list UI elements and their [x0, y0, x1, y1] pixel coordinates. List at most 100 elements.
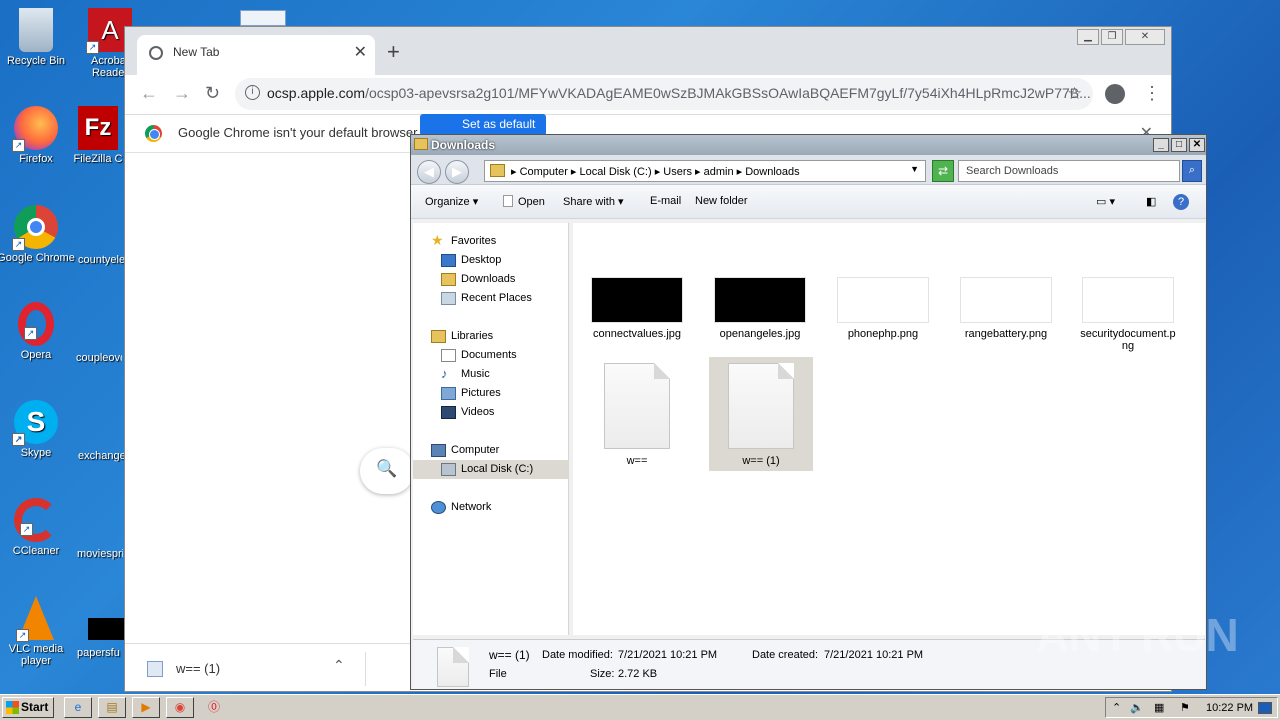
- address-bar[interactable]: i ocsp.apple.com/ocsp03-apevsrsa2g101/MF…: [235, 78, 1093, 110]
- recent-places-icon: [441, 292, 456, 305]
- file-icon: [503, 195, 513, 207]
- tab-new-tab[interactable]: New Tab ✕: [137, 35, 375, 75]
- share-with-button[interactable]: Share with ▾: [563, 195, 624, 208]
- new-folder-button[interactable]: New folder: [695, 195, 748, 207]
- set-as-default-button[interactable]: Set as default: [420, 114, 546, 136]
- search-icon[interactable]: 🔍: [360, 448, 414, 494]
- computer-icon: [431, 444, 446, 457]
- new-tab-button[interactable]: +: [387, 39, 400, 65]
- desktop-icon-countyele[interactable]: countyele: [78, 254, 124, 266]
- opera-taskbar-icon[interactable]: ⓪: [200, 697, 228, 718]
- details-modified: 7/21/2021 10:21 PM: [618, 649, 718, 661]
- details-created: 7/21/2021 10:21 PM: [824, 649, 924, 661]
- chevron-up-icon[interactable]: ⌃: [333, 657, 345, 674]
- file-item[interactable]: phonephp.png: [831, 277, 935, 340]
- image-thumbnail: [591, 277, 683, 323]
- profile-icon[interactable]: [1105, 84, 1125, 104]
- view-options-icon[interactable]: ▭ ▾: [1096, 195, 1115, 208]
- desktop-icon-chrome[interactable]: ↗ Google Chrome: [0, 205, 76, 264]
- back-icon[interactable]: ←: [140, 83, 158, 104]
- open-button[interactable]: Open: [503, 195, 545, 208]
- desktop-icon-papersfu[interactable]: papersfu: [77, 647, 123, 659]
- download-item-name[interactable]: w== (1): [176, 661, 220, 676]
- nav-pictures[interactable]: Pictures: [441, 387, 501, 400]
- image-thumbnail: [837, 277, 929, 323]
- minimize-button[interactable]: ▁: [1077, 29, 1099, 45]
- organize-button[interactable]: Organize ▾: [425, 195, 478, 208]
- nav-downloads[interactable]: Downloads: [441, 273, 515, 286]
- help-icon[interactable]: ?: [1173, 194, 1189, 210]
- volume-icon[interactable]: 🔈: [1130, 701, 1144, 714]
- url-path: /ocsp03-apevsrsa2g101/MFYwVKADAgEAME0wSz…: [365, 85, 1091, 101]
- back-icon[interactable]: ◀: [417, 160, 441, 184]
- chrome-logo-icon: [145, 125, 162, 142]
- breadcrumb[interactable]: ▸ Computer ▸ Local Disk (C:) ▸ Users ▸ a…: [484, 160, 926, 182]
- nav-local-disk[interactable]: Local Disk (C:): [441, 463, 533, 476]
- explorer-icon[interactable]: ▤: [98, 697, 126, 718]
- search-input[interactable]: Search Downloads: [958, 160, 1180, 182]
- forward-icon[interactable]: →: [173, 83, 191, 104]
- desktop-icon-recycle-bin[interactable]: Recycle Bin: [0, 8, 76, 67]
- ccleaner-icon: ↗: [14, 498, 58, 542]
- email-button[interactable]: E-mail: [650, 195, 681, 207]
- start-button[interactable]: Start: [2, 697, 54, 718]
- desktop-icon-coupleove[interactable]: coupleove: [76, 352, 122, 364]
- file-item-selected[interactable]: w== (1): [709, 357, 813, 471]
- desktop-icon-firefox[interactable]: ↗ Firefox: [0, 106, 76, 165]
- show-hidden-icon[interactable]: ⌃: [1112, 701, 1121, 714]
- desktop-icon-filezilla[interactable]: Fz FileZilla C: [72, 106, 124, 165]
- menu-icon[interactable]: ⋮: [1143, 83, 1161, 104]
- action-center-icon[interactable]: ⚑: [1180, 701, 1190, 714]
- nav-music[interactable]: ♪ Music: [441, 366, 490, 381]
- show-desktop-icon[interactable]: [1258, 702, 1272, 714]
- chevron-down-icon[interactable]: ▼: [910, 164, 919, 174]
- chrome-toolbar: ← → ↻ i ocsp.apple.com/ocsp03-apevsrsa2g…: [125, 75, 1171, 115]
- libraries-icon: [431, 330, 446, 343]
- nav-documents[interactable]: Documents: [441, 349, 517, 362]
- image-thumbnail: [960, 277, 1052, 323]
- nav-favorites[interactable]: ★ Favorites: [431, 232, 496, 248]
- nav-desktop[interactable]: Desktop: [441, 254, 501, 267]
- nav-computer[interactable]: Computer: [431, 444, 499, 457]
- explorer-address-row: ◀ ▶ ▸ Computer ▸ Local Disk (C:) ▸ Users…: [411, 155, 1206, 185]
- windows-logo-icon: [6, 701, 19, 714]
- bookmark-star-icon[interactable]: ☆: [1067, 84, 1082, 104]
- refresh-icon[interactable]: ⇄: [932, 160, 954, 182]
- desktop-icon-exchange[interactable]: exchange: [78, 450, 124, 462]
- url-host: ocsp.apple.com: [267, 85, 366, 101]
- desktop-icon-skype[interactable]: S ↗ Skype: [0, 400, 76, 459]
- preview-pane-icon[interactable]: ◧: [1146, 195, 1156, 208]
- reload-icon[interactable]: ↻: [205, 83, 220, 104]
- nav-videos[interactable]: Videos: [441, 406, 494, 419]
- desktop-icon-vlc[interactable]: ↗ VLC media player: [0, 596, 76, 667]
- maximize-button[interactable]: □: [1171, 138, 1187, 152]
- tab-close-icon[interactable]: ✕: [354, 42, 367, 62]
- search-icon[interactable]: ⌕: [1182, 160, 1202, 182]
- taskbar: Start e ▤ ▶ ◉ ⓪ ⌃ 🔈 ▦ ⚑ 10:22 PM: [0, 694, 1280, 720]
- nav-recent-places[interactable]: Recent Places: [441, 292, 532, 305]
- network-tray-icon[interactable]: ▦: [1154, 701, 1164, 714]
- close-window-button[interactable]: ✕: [1125, 29, 1165, 45]
- nav-network[interactable]: Network: [431, 501, 491, 514]
- ie-icon[interactable]: e: [64, 697, 92, 718]
- minimize-button[interactable]: _: [1153, 138, 1169, 152]
- info-icon[interactable]: i: [245, 85, 260, 100]
- firefox-icon: ↗: [12, 106, 58, 152]
- nav-libraries[interactable]: Libraries: [431, 330, 493, 343]
- media-player-icon[interactable]: ▶: [132, 697, 160, 718]
- file-item[interactable]: w==: [585, 363, 689, 467]
- close-button[interactable]: ✕: [1189, 138, 1205, 152]
- file-item[interactable]: connectvalues.jpg: [585, 277, 689, 340]
- file-item[interactable]: securitydocument.png: [1078, 277, 1178, 352]
- desktop-icon-moviespri[interactable]: moviespri: [77, 548, 123, 560]
- desktop-icon-ccleaner[interactable]: ↗ CCleaner: [0, 498, 76, 557]
- desktop-icon-opera[interactable]: ↗ Opera: [0, 302, 76, 361]
- desktop-doc-icon[interactable]: [240, 10, 286, 26]
- forward-icon[interactable]: ▶: [445, 160, 469, 184]
- restore-button[interactable]: ❐: [1101, 29, 1123, 45]
- chrome-taskbar-icon[interactable]: ◉: [166, 697, 194, 718]
- clock[interactable]: 10:22 PM: [1206, 702, 1253, 714]
- desktop-icon: [441, 254, 456, 267]
- file-item[interactable]: openangeles.jpg: [708, 277, 812, 340]
- file-item[interactable]: rangebattery.png: [954, 277, 1058, 340]
